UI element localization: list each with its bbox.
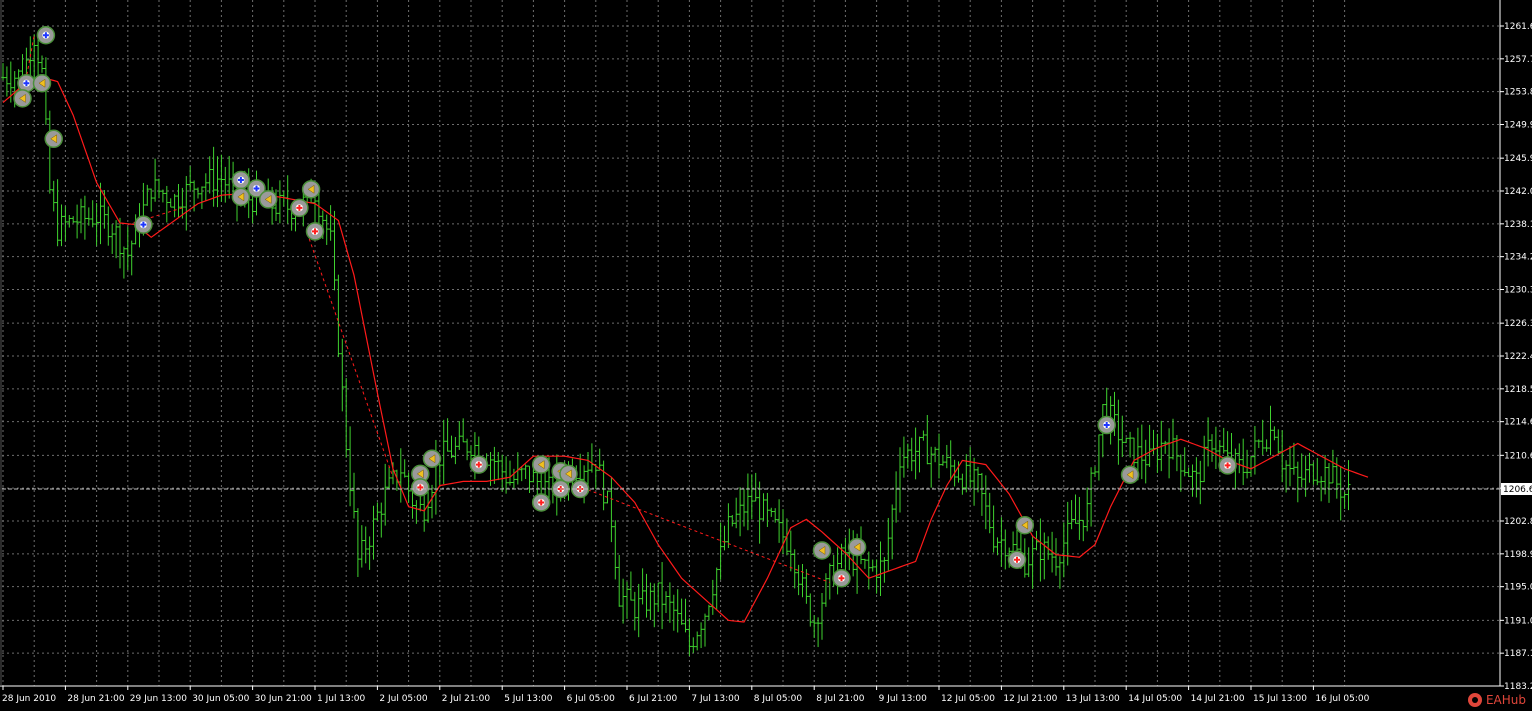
x-tick-label: 5 Jul 13:00 [504, 694, 553, 704]
close-marker[interactable] [1120, 465, 1140, 484]
x-tick-label: 2 Jul 05:00 [379, 694, 428, 704]
y-tick-label: 1183.2 [1504, 682, 1532, 692]
x-tick-label: 30 Jun 21:00 [255, 694, 312, 704]
y-tick-label: 1222.4 [1504, 352, 1532, 362]
x-tick-label: 1 Jul 13:00 [317, 694, 366, 704]
y-tick-label: 1218.5 [1504, 385, 1532, 395]
x-tick-label: 6 Jul 05:00 [567, 694, 616, 704]
sell-marker[interactable] [1218, 456, 1237, 475]
chart-axes: 1261.6 1257.7 1253.8 1249.9 1245.9 1242.0 1238… [0, 0, 1532, 704]
close-marker[interactable] [559, 464, 578, 484]
sell-marker[interactable] [411, 478, 430, 497]
x-tick-label: 15 Jul 13:00 [1253, 694, 1307, 704]
buy-marker[interactable] [17, 73, 36, 93]
y-tick-label: 1245.9 [1504, 154, 1532, 164]
x-tick-label: 30 Jun 05:00 [192, 694, 249, 704]
x-tick-label: 8 Jul 21:00 [816, 694, 865, 704]
moving-average-layer [2, 76, 1369, 623]
trade-connector-line [587, 489, 830, 583]
y-tick-label: 1214.6 [1504, 418, 1532, 428]
close-marker[interactable] [1015, 515, 1035, 535]
x-tick-label: 14 Jul 21:00 [1191, 694, 1245, 704]
y-tick-label: 1257.7 [1504, 55, 1532, 65]
x-tick-label: 28 Jun 2010 [2, 694, 56, 704]
buy-marker[interactable] [231, 170, 251, 190]
close-marker[interactable] [258, 190, 278, 209]
close-marker[interactable] [422, 449, 442, 468]
x-tick-label: 28 Jun 21:00 [67, 694, 124, 704]
x-tick-label: 14 Jul 05:00 [1128, 694, 1182, 704]
sell-marker[interactable] [469, 455, 489, 474]
y-tick-label: 1191.0 [1504, 616, 1532, 626]
y-tick-label: 1226.3 [1504, 319, 1532, 329]
y-tick-label: 1249.9 [1504, 120, 1532, 130]
sell-marker[interactable] [305, 222, 325, 241]
x-tick-label: 9 Jul 13:00 [879, 694, 928, 704]
y-tick-label: 1261.6 [1504, 22, 1532, 32]
x-tick-label: 12 Jul 21:00 [1003, 694, 1057, 704]
x-tick-label: 2 Jul 21:00 [442, 694, 491, 704]
close-marker[interactable] [812, 541, 832, 560]
y-tick-label: 1202.8 [1504, 517, 1532, 527]
y-tick-label: 1210.6 [1504, 451, 1532, 461]
sell-marker[interactable] [290, 198, 309, 218]
price-bars [1, 34, 1351, 656]
buy-marker[interactable] [134, 215, 153, 234]
y-tick-label: 1230.3 [1504, 285, 1532, 295]
trade-markers[interactable] [13, 26, 1237, 588]
x-tick-label: 7 Jul 13:00 [691, 694, 740, 704]
y-tick-label: 1234.2 [1504, 253, 1532, 263]
y-tick-label: 1198.9 [1504, 550, 1532, 560]
current-price-label: 1206.6 [1503, 485, 1532, 495]
sell-marker[interactable] [1007, 550, 1027, 569]
sell-marker[interactable] [832, 568, 851, 588]
close-marker[interactable] [13, 89, 32, 108]
trade-lines [22, 35, 830, 583]
close-marker[interactable] [32, 73, 52, 93]
y-tick-label: 1238.1 [1504, 220, 1532, 230]
eahub-logo-icon [1467, 693, 1482, 707]
chart-grid [2, 0, 1500, 687]
x-tick-label: 13 Jul 13:00 [1066, 694, 1120, 704]
x-tick-label: 6 Jul 21:00 [629, 694, 678, 704]
y-tick-label: 1195.0 [1504, 583, 1532, 593]
watermark-text: EAHub [1485, 693, 1526, 707]
x-tick-label: 29 Jun 13:00 [130, 694, 187, 704]
price-chart[interactable]: 1261.6 1257.7 1253.8 1249.9 1245.9 1242.0 1238… [0, 0, 1532, 711]
y-tick-label: 1242.0 [1504, 187, 1532, 197]
close-marker[interactable] [531, 455, 551, 474]
close-marker[interactable] [847, 537, 867, 557]
watermark: EAHub [1467, 693, 1526, 707]
moving-average-line [2, 76, 1369, 623]
close-marker[interactable] [231, 187, 251, 207]
buy-marker[interactable] [1097, 415, 1116, 435]
x-tick-label: 8 Jul 05:00 [754, 694, 803, 704]
y-tick-label: 1253.8 [1504, 88, 1532, 98]
y-tick-label: 1187.1 [1504, 649, 1532, 659]
x-tick-label: 16 Jul 05:00 [1315, 694, 1369, 704]
close-marker[interactable] [44, 129, 63, 149]
sell-marker[interactable] [531, 493, 551, 512]
buy-marker[interactable] [36, 26, 56, 45]
close-marker[interactable] [301, 180, 321, 199]
x-tick-label: 12 Jul 05:00 [941, 694, 995, 704]
